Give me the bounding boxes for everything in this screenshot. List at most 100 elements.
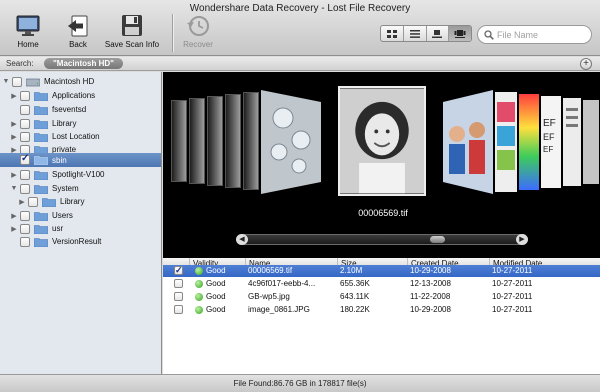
recover-button[interactable]: Recover bbox=[170, 14, 226, 54]
search-scope-token[interactable]: "Macintosh HD" bbox=[44, 58, 123, 69]
name-cell: GB-wp5.jpg bbox=[248, 292, 290, 301]
add-criteria-button[interactable]: + bbox=[580, 58, 592, 70]
tree-item-lost-location[interactable]: ▶ Lost Location bbox=[0, 130, 161, 143]
cover-flow-filename: 00006569.tif bbox=[358, 208, 408, 218]
tree-checkbox[interactable] bbox=[20, 210, 30, 221]
cover-flow-thumbnail[interactable] bbox=[189, 98, 205, 184]
folder-icon bbox=[34, 224, 48, 234]
tree-checkbox[interactable] bbox=[20, 223, 30, 234]
cover-flow-scrollbar[interactable]: ◀ ▶ bbox=[236, 234, 528, 245]
tree-checkbox[interactable] bbox=[20, 169, 30, 180]
tree-checkbox[interactable] bbox=[20, 118, 30, 129]
scrollbar-thumb[interactable] bbox=[430, 236, 445, 243]
column-view-button[interactable] bbox=[427, 26, 450, 41]
good-status-icon bbox=[195, 267, 203, 275]
gradient-thumbnail[interactable] bbox=[519, 94, 539, 190]
folder-icon bbox=[34, 91, 48, 101]
bubbles-thumbnail[interactable] bbox=[261, 90, 321, 194]
row-checkbox[interactable] bbox=[174, 265, 183, 277]
table-row[interactable]: Good 4c96f017-eebb-4... 655.36K 12-13-20… bbox=[163, 278, 600, 290]
file-name-search-field[interactable] bbox=[477, 25, 592, 44]
colorful-thumbnail[interactable] bbox=[495, 92, 517, 192]
validity-label: Good bbox=[206, 292, 226, 301]
tree-item-macintosh-hd[interactable]: ▼ Macintosh HD bbox=[0, 75, 161, 88]
svg-text:EF: EF bbox=[543, 132, 555, 142]
window-title: Wondershare Data Recovery - Lost File Re… bbox=[189, 3, 411, 14]
kids-photo-thumbnail[interactable] bbox=[443, 90, 493, 194]
folder-icon bbox=[34, 119, 48, 129]
tree-checkbox[interactable] bbox=[20, 90, 30, 101]
document-thumbnail[interactable]: EF EF EF bbox=[541, 96, 561, 188]
coverflow-view-icon bbox=[454, 29, 466, 38]
recover-clock-icon bbox=[187, 16, 209, 36]
created-date-cell: 12-13-2008 bbox=[410, 279, 451, 288]
table-row[interactable]: Good 00006569.tif 2.10M 10-29-2008 10-27… bbox=[163, 265, 600, 277]
disclosure-triangle-icon[interactable]: ▶ bbox=[18, 198, 26, 206]
selected-image-preview[interactable] bbox=[338, 86, 426, 196]
tree-item-library[interactable]: ▶ Library bbox=[0, 117, 161, 130]
tree-item-sbin[interactable]: sbin bbox=[0, 153, 161, 167]
list-view-button[interactable] bbox=[404, 26, 427, 41]
tree-item-system[interactable]: ▼ System bbox=[0, 182, 161, 195]
save-scan-info-button[interactable]: Save Scan Info bbox=[104, 14, 160, 54]
folder-icon bbox=[34, 170, 48, 180]
disclosure-triangle-icon[interactable]: ▼ bbox=[2, 78, 10, 85]
tree-checkbox[interactable] bbox=[12, 76, 22, 87]
created-date-cell: 11-22-2008 bbox=[410, 292, 451, 301]
disclosure-triangle-icon[interactable]: ▶ bbox=[10, 171, 18, 179]
table-row[interactable]: Good GB-wp5.jpg 643.11K 11-22-2008 10-27… bbox=[163, 291, 600, 303]
tree-checkbox[interactable] bbox=[28, 196, 38, 207]
cover-flow-thumbnail[interactable] bbox=[171, 100, 187, 182]
cover-flow-thumbnail[interactable] bbox=[243, 92, 259, 190]
disclosure-triangle-icon[interactable]: ▶ bbox=[10, 225, 18, 233]
file-list-table: Validity Name Size Created Date Modified… bbox=[163, 258, 600, 374]
tree-checkbox[interactable] bbox=[20, 183, 30, 194]
tree-item-users[interactable]: ▶ Users bbox=[0, 209, 161, 222]
disclosure-triangle-icon[interactable]: ▶ bbox=[10, 92, 18, 100]
tree-item-fseventsd[interactable]: fseventsd bbox=[0, 103, 161, 116]
tree-item-usr[interactable]: ▶ usr bbox=[0, 222, 161, 235]
tree-item-label: Lost Location bbox=[52, 132, 100, 141]
validity-cell: Good bbox=[195, 265, 226, 277]
tree-item-system-library[interactable]: ▶ Library bbox=[0, 195, 161, 208]
validity-cell: Good bbox=[195, 304, 226, 316]
tree-checkbox[interactable] bbox=[20, 236, 30, 247]
tree-item-label: Macintosh HD bbox=[44, 77, 95, 86]
list-view-icon bbox=[409, 29, 420, 38]
name-cell: image_0861.JPG bbox=[248, 305, 310, 314]
tree-checkbox[interactable] bbox=[20, 104, 30, 115]
row-checkbox[interactable] bbox=[174, 278, 183, 290]
file-name-search-input[interactable] bbox=[497, 29, 587, 40]
tree-checkbox[interactable] bbox=[20, 153, 30, 165]
icon-view-icon bbox=[386, 29, 397, 38]
tree-item-applications[interactable]: ▶ Applications bbox=[0, 89, 161, 102]
disclosure-triangle-icon[interactable]: ▼ bbox=[10, 185, 18, 192]
validity-cell: Good bbox=[195, 278, 226, 290]
cover-flow-thumbnail[interactable] bbox=[207, 96, 223, 186]
search-scope-bar: Search: "Macintosh HD" + bbox=[0, 57, 600, 71]
back-button[interactable]: Back bbox=[50, 14, 106, 54]
row-checkbox[interactable] bbox=[174, 291, 183, 303]
row-checkbox[interactable] bbox=[174, 304, 183, 316]
disclosure-triangle-icon[interactable]: ▶ bbox=[10, 120, 18, 128]
column-view-icon bbox=[432, 29, 443, 38]
tree-checkbox[interactable] bbox=[20, 131, 30, 142]
tree-item-label: Library bbox=[60, 197, 85, 206]
scroll-right-arrow-icon[interactable]: ▶ bbox=[516, 234, 528, 245]
folder-tree-sidebar: ▼ Macintosh HD ▶ Applications fseventsd … bbox=[0, 72, 162, 374]
document-thumbnail[interactable] bbox=[563, 98, 581, 186]
disclosure-triangle-icon[interactable]: ▶ bbox=[10, 212, 18, 220]
cover-flow-thumbnail[interactable] bbox=[225, 94, 241, 188]
disclosure-triangle-icon[interactable]: ▶ bbox=[10, 133, 18, 141]
icon-view-button[interactable] bbox=[381, 26, 404, 41]
tree-item-versionresult[interactable]: VersionResult bbox=[0, 235, 161, 248]
home-button[interactable]: Home bbox=[0, 14, 56, 54]
tree-item-spotlight-v100[interactable]: ▶ Spotlight-V100 bbox=[0, 168, 161, 181]
good-status-icon bbox=[195, 306, 203, 314]
name-cell: 4c96f017-eebb-4... bbox=[248, 279, 316, 288]
scroll-left-arrow-icon[interactable]: ◀ bbox=[236, 234, 248, 245]
cover-flow-thumbnail[interactable] bbox=[583, 100, 599, 184]
coverflow-view-button[interactable] bbox=[449, 26, 471, 41]
hard-drive-icon bbox=[26, 78, 40, 86]
table-row[interactable]: Good image_0861.JPG 180.22K 10-29-2008 1… bbox=[163, 304, 600, 316]
